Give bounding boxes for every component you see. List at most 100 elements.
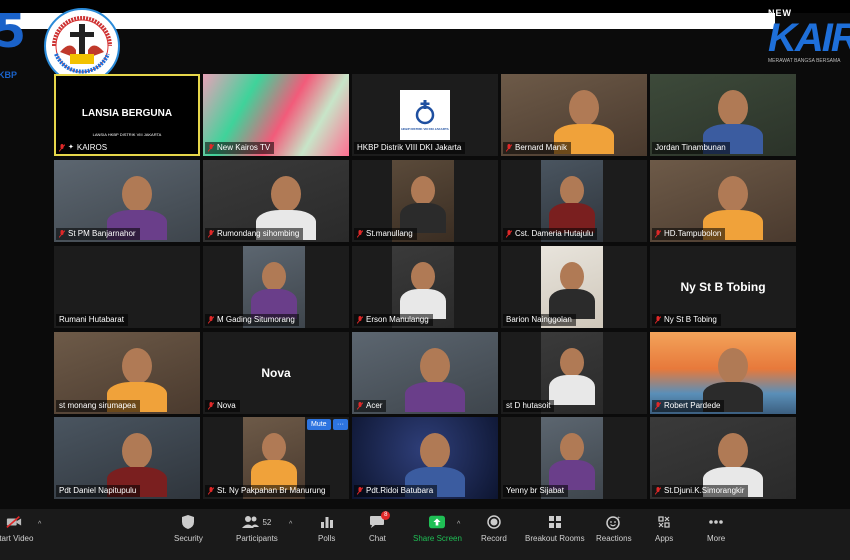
- participant-tile[interactable]: HKBP DISTRIK VIII DKI JAKARTA HKBP Distri…: [352, 74, 498, 156]
- participant-tile[interactable]: Jordan Tinambunan: [650, 74, 796, 156]
- participant-name-tag: Nova: [205, 400, 240, 412]
- participant-tile[interactable]: Erson Manulangg: [352, 246, 498, 328]
- participant-display-name: Nova: [261, 366, 291, 380]
- participant-name: KAIROS: [76, 143, 108, 152]
- participant-name-tag: Pdt Daniel Napitupulu: [56, 485, 141, 497]
- participant-name-tag: ✦ KAIROS: [56, 142, 112, 154]
- participant-name-tag: Acer: [354, 400, 387, 412]
- participant-name: st monang sirumapea: [59, 401, 136, 410]
- share-options-caret[interactable]: ^: [457, 521, 460, 528]
- reactions-button[interactable]: + Reactions: [596, 514, 632, 544]
- participant-name: Yenny br Sijabat: [506, 486, 564, 495]
- participant-name: Rumani Hutabarat: [59, 315, 124, 324]
- participant-name: Pdt.Ridoi Batubara: [366, 486, 434, 495]
- participant-tile[interactable]: Rumondang sihombing: [203, 160, 349, 242]
- participant-name-tag: Rumondang sihombing: [205, 228, 304, 240]
- participant-name-tag: M Gading Situmorang: [205, 314, 299, 326]
- breakout-rooms-label: Breakout Rooms: [525, 534, 585, 543]
- participant-tile[interactable]: New Kairos TV: [203, 74, 349, 156]
- participant-tile[interactable]: Acer: [352, 332, 498, 414]
- participant-tile[interactable]: Cst. Dameria Hutajulu: [501, 160, 647, 242]
- mic-muted-icon: [208, 487, 214, 495]
- participant-tile[interactable]: Ny St B Tobing Ny St B Tobing: [650, 246, 796, 328]
- participant-tile[interactable]: HD.Tampubolon: [650, 160, 796, 242]
- chat-label: Chat: [369, 534, 386, 543]
- participant-name-tag: St.Djuni.K.Simorangkir: [652, 485, 749, 497]
- participant-name: Jordan Tinambunan: [655, 143, 726, 152]
- participant-tile[interactable]: st D hutasoit: [501, 332, 647, 414]
- participants-count: 52: [262, 517, 272, 527]
- spotlight-icon: ✦: [68, 144, 74, 151]
- participant-tile[interactable]: Robert Pardede: [650, 332, 796, 414]
- apps-button[interactable]: Apps: [655, 514, 673, 543]
- participant-name-tag: St.manullang: [354, 228, 417, 240]
- participant-tile[interactable]: Pdt.Ridoi Batubara: [352, 417, 498, 499]
- participant-tile[interactable]: Rumani Hutabarat: [54, 246, 200, 328]
- participant-face: [718, 176, 748, 212]
- participant-name-tag: New Kairos TV: [205, 142, 275, 154]
- participant-face: [420, 348, 450, 384]
- participant-face: [718, 433, 748, 469]
- participant-face: [718, 90, 748, 126]
- mute-participant-button[interactable]: Mute: [307, 419, 331, 430]
- participant-name: Robert Pardede: [664, 401, 721, 410]
- participants-icon: 52: [239, 514, 275, 530]
- participant-tile[interactable]: St.manullang: [352, 160, 498, 242]
- mic-muted-icon: [655, 316, 661, 324]
- participant-face: [122, 348, 152, 384]
- share-screen-label: Share Screen: [413, 534, 462, 543]
- reactions-label: Reactions: [596, 534, 632, 543]
- participant-name-tag: St PM Banjarnahor: [56, 228, 140, 240]
- mic-muted-icon: [357, 230, 363, 238]
- participant-name: Acer: [366, 401, 383, 410]
- participants-options-caret[interactable]: ^: [289, 521, 292, 528]
- participant-tile[interactable]: Nova Nova: [203, 332, 349, 414]
- reactions-icon: +: [606, 514, 622, 530]
- security-button[interactable]: Security: [174, 514, 203, 543]
- participant-name: New Kairos TV: [217, 143, 271, 152]
- participant-name: Rumondang sihombing: [217, 229, 300, 238]
- participant-name: st D hutasoit: [506, 401, 551, 410]
- mic-muted-icon: [655, 230, 661, 238]
- apps-icon: [656, 514, 672, 530]
- participant-face: [560, 176, 584, 205]
- chat-button[interactable]: 8 Chat: [369, 511, 391, 543]
- more-button[interactable]: More: [707, 514, 725, 543]
- participant-tile[interactable]: Yenny br Sijabat: [501, 417, 647, 499]
- mic-muted-icon: [208, 316, 214, 324]
- participant-face: [411, 176, 435, 205]
- participant-face: [122, 433, 152, 469]
- video-off-icon: [6, 514, 22, 530]
- participant-name: Bernard Manik: [515, 143, 568, 152]
- mic-muted-icon: [357, 487, 363, 495]
- participant-tile[interactable]: LANSIA BERGUNA LANSIA HKBP DISTRIK VIII J…: [54, 74, 200, 156]
- record-label: Record: [481, 534, 507, 543]
- participant-tile[interactable]: st monang sirumapea: [54, 332, 200, 414]
- record-button[interactable]: Record: [481, 514, 507, 543]
- participant-body: [405, 382, 465, 412]
- participant-display-name: Ny St B Tobing: [680, 280, 766, 294]
- participant-more-button[interactable]: ···: [333, 419, 348, 430]
- participant-tile[interactable]: St.Djuni.K.Simorangkir: [650, 417, 796, 499]
- svg-text:+: +: [617, 516, 621, 522]
- participant-face: [271, 176, 301, 212]
- participant-face: [569, 90, 599, 126]
- participant-name-tag: Bernard Manik: [503, 142, 572, 154]
- kairos-logo-main: KAIRO: [768, 16, 850, 60]
- breakout-rooms-button[interactable]: Breakout Rooms: [525, 514, 585, 543]
- participant-name: St. Ny Pakpahan Br Manurung: [217, 486, 326, 495]
- participant-tile[interactable]: Bernard Manik: [501, 74, 647, 156]
- participant-tile[interactable]: Barion Nainggolan: [501, 246, 647, 328]
- participant-tile[interactable]: Pdt Daniel Napitupulu: [54, 417, 200, 499]
- polls-button[interactable]: Polls: [318, 514, 335, 543]
- hkbp-badge-logo: [44, 8, 120, 84]
- participant-name: Nova: [217, 401, 236, 410]
- participant-tile[interactable]: M Gading Situmorang: [203, 246, 349, 328]
- participants-button[interactable]: 52 Participants: [236, 514, 278, 543]
- start-video-button[interactable]: Start Video: [0, 514, 33, 543]
- participant-tile[interactable]: St PM Banjarnahor: [54, 160, 200, 242]
- participant-tile[interactable]: St. Ny Pakpahan Br Manurung Mute ···: [203, 417, 349, 499]
- video-options-caret[interactable]: ^: [38, 521, 41, 528]
- participant-name: M Gading Situmorang: [217, 315, 295, 324]
- share-screen-button[interactable]: Share Screen: [413, 514, 462, 543]
